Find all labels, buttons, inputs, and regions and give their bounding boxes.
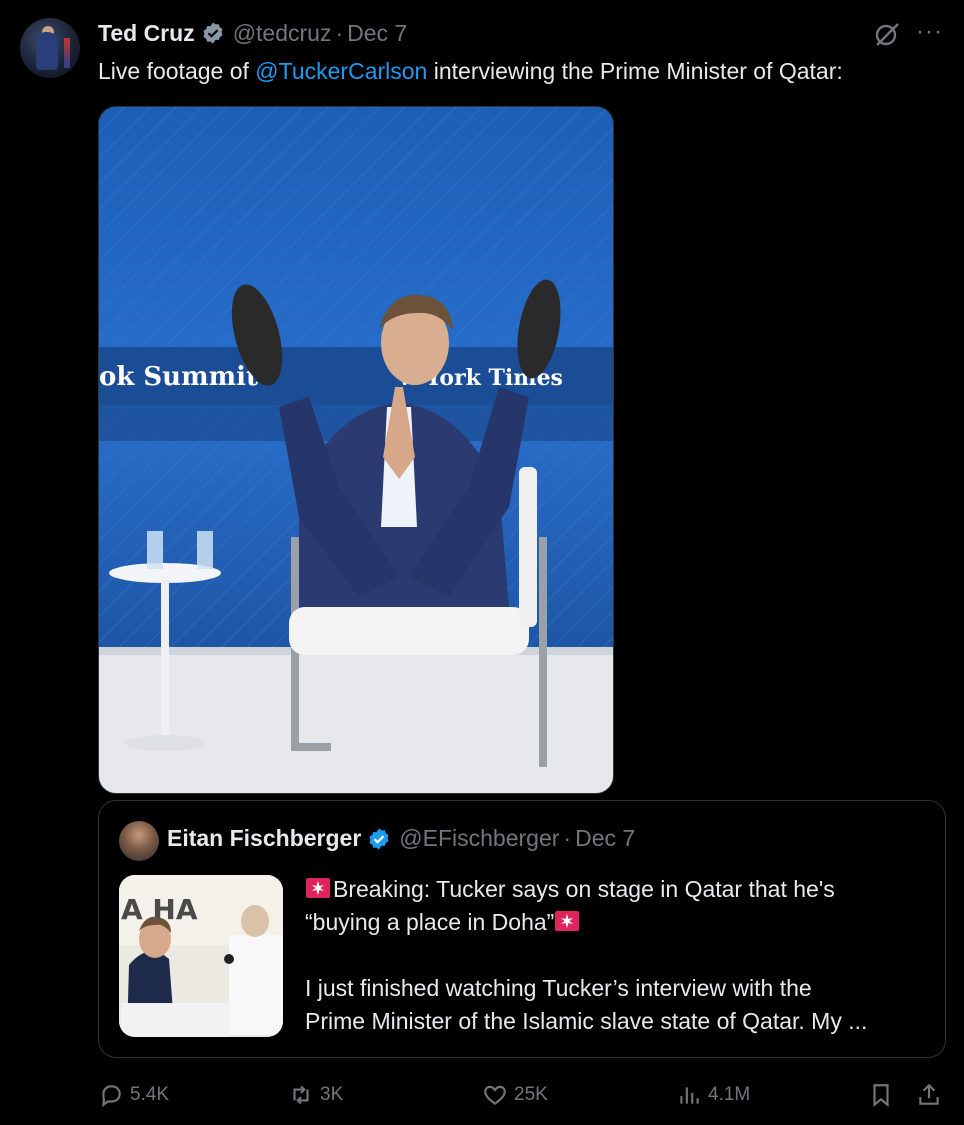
thumbnail-photo: A HA: [119, 875, 283, 1037]
views-chart-icon: [680, 1087, 699, 1104]
separator-dot: ·: [563, 825, 572, 851]
heart-icon: [484, 1085, 506, 1106]
views-count: 4.1M: [708, 1084, 751, 1105]
verified-badge-icon: [203, 22, 223, 44]
quoted-tweet-header: Eitan Fischberger @EFischberger · Dec 7: [167, 825, 635, 852]
bookmark-button[interactable]: [868, 1082, 900, 1108]
quoted-author-handle[interactable]: @EFischberger: [399, 825, 559, 852]
avatar-flag: [64, 38, 70, 68]
reply-button[interactable]: 5.4K: [98, 1082, 169, 1108]
siren-emoji-icon: [306, 878, 330, 898]
quoted-text-line2: “buying a place in Doha”: [305, 909, 555, 935]
quoted-author-name[interactable]: Eitan Fischberger: [167, 825, 361, 852]
tweet-text-after: interviewing the Prime Minister of Qatar…: [427, 58, 843, 84]
banner-left-text: ok Summit: [99, 362, 258, 392]
quoted-text-line3: I just finished watching Tucker’s interv…: [305, 975, 812, 1001]
avatar-figure: [36, 32, 58, 70]
repost-icon: [293, 1085, 309, 1105]
bookmark-icon: [873, 1084, 889, 1108]
author-name[interactable]: Ted Cruz: [98, 20, 195, 47]
tweet-header: Ted Cruz @tedcruz · Dec 7: [98, 18, 407, 48]
quoted-text-line1: Breaking: Tucker says on stage in Qatar …: [333, 876, 835, 902]
quoted-tweet-date[interactable]: Dec 7: [575, 825, 635, 852]
media-photo: ok Summit w York Times: [99, 107, 613, 793]
tweet-text: Live footage of @TuckerCarlson interview…: [98, 56, 938, 86]
grok-icon[interactable]: [873, 20, 901, 48]
repost-button[interactable]: 3K: [288, 1082, 343, 1108]
share-button[interactable]: [916, 1082, 948, 1108]
quoted-author-avatar[interactable]: [119, 821, 159, 861]
like-button[interactable]: 25K: [482, 1082, 548, 1108]
quoted-tweet[interactable]: Eitan Fischberger @EFischberger · Dec 7 …: [98, 800, 946, 1058]
quoted-text-line4: Prime Minister of the Islamic slave stat…: [305, 1008, 868, 1034]
tweet-action-bar: 5.4K 3K 25K 4.1M: [98, 1076, 946, 1116]
author-handle[interactable]: @tedcruz: [233, 20, 332, 47]
views-button[interactable]: 4.1M: [676, 1082, 750, 1108]
reply-count: 5.4K: [130, 1084, 170, 1105]
separator-dot: ·: [335, 19, 344, 46]
siren-emoji-icon: [555, 911, 580, 931]
verified-badge-icon: [369, 828, 389, 849]
tweet-date[interactable]: Dec 7: [347, 20, 407, 47]
like-count: 25K: [514, 1084, 548, 1105]
more-options-icon[interactable]: ···: [916, 20, 946, 48]
quoted-tweet-text: Breaking: Tucker says on stage in Qatar …: [305, 873, 925, 1038]
author-avatar[interactable]: [20, 18, 80, 78]
tweet-media-image[interactable]: ok Summit w York Times: [98, 106, 614, 794]
mention-link[interactable]: @TuckerCarlson: [255, 58, 427, 84]
reply-icon: [102, 1085, 121, 1108]
share-icon: [919, 1083, 939, 1105]
repost-count: 3K: [320, 1084, 344, 1105]
quoted-media-thumbnail[interactable]: A HA: [119, 875, 283, 1037]
tweet-text-before: Live footage of: [98, 58, 256, 84]
